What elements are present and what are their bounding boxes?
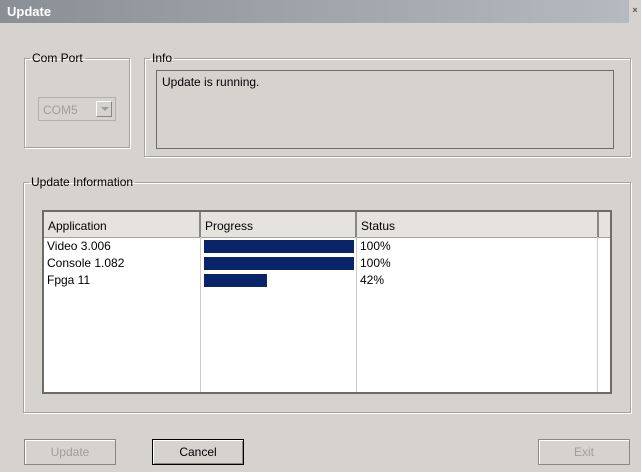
cell-application: Fpga 11 bbox=[47, 273, 91, 287]
column-header-status[interactable]: Status bbox=[357, 212, 599, 237]
cell-status: 100% bbox=[360, 256, 391, 270]
cell-status: 42% bbox=[360, 273, 385, 287]
cell-application: Video 3.006 bbox=[47, 239, 111, 253]
progress-bar bbox=[204, 274, 354, 287]
column-header-progress[interactable]: Progress bbox=[201, 212, 357, 237]
progress-fill bbox=[204, 274, 267, 287]
window-title: Update bbox=[7, 4, 52, 19]
table-row[interactable]: Console 1.082 100% bbox=[44, 255, 610, 272]
info-legend: Info bbox=[152, 51, 173, 65]
table-row[interactable]: Video 3.006 100% bbox=[44, 238, 610, 255]
progress-fill bbox=[204, 240, 354, 253]
com-port-select[interactable]: COM5 bbox=[38, 97, 116, 121]
table-row[interactable]: Fpga 11 42% bbox=[44, 272, 610, 289]
cancel-button[interactable]: Cancel bbox=[152, 439, 244, 465]
update-information-legend: Update Information bbox=[31, 175, 134, 189]
com-port-value: COM5 bbox=[43, 103, 78, 117]
chevron-down-icon[interactable] bbox=[96, 101, 112, 117]
list-header: Application Progress Status bbox=[44, 212, 610, 238]
update-list[interactable]: Application Progress Status Video 3.006 … bbox=[42, 210, 612, 394]
info-textbox: Update is running. bbox=[156, 70, 614, 149]
cell-application: Console 1.082 bbox=[47, 256, 125, 270]
close-icon[interactable]: × bbox=[629, 0, 641, 23]
progress-bar bbox=[204, 240, 354, 253]
cell-status: 100% bbox=[360, 239, 391, 253]
title-bar: Update × bbox=[0, 0, 641, 23]
progress-bar bbox=[204, 257, 354, 270]
update-button[interactable]: Update bbox=[24, 439, 116, 465]
column-header-application[interactable]: Application bbox=[44, 212, 201, 237]
exit-button[interactable]: Exit bbox=[538, 439, 630, 465]
info-message: Update is running. bbox=[162, 75, 260, 89]
progress-fill bbox=[204, 257, 354, 270]
com-port-legend: Com Port bbox=[32, 51, 83, 65]
